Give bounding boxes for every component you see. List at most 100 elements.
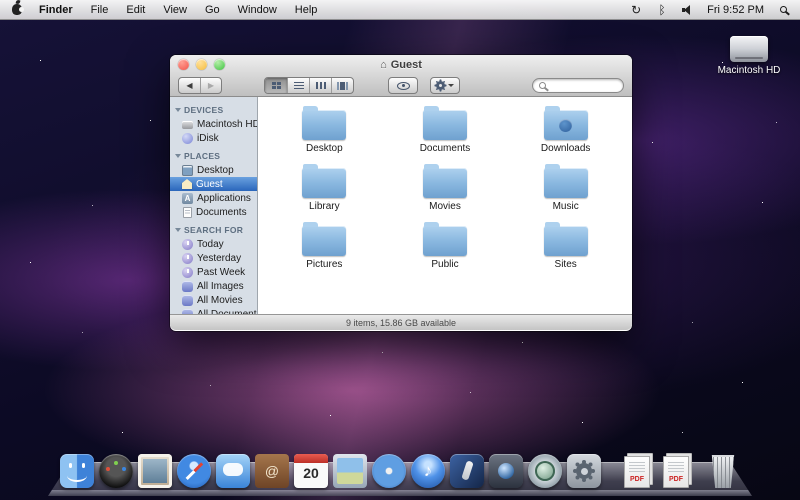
- menu-edit[interactable]: Edit: [117, 0, 154, 20]
- action-button[interactable]: [430, 77, 460, 94]
- quick-look-button[interactable]: [388, 77, 418, 94]
- coverflow-view-button[interactable]: [331, 78, 353, 93]
- sidebar-item-all-movies[interactable]: All Movies: [170, 293, 257, 307]
- sidebar-item-label: Macintosh HD: [197, 118, 258, 130]
- ical-icon: 20: [294, 454, 328, 488]
- pdf-document-icon: PDF: [663, 456, 689, 488]
- dock-safari[interactable]: [177, 454, 212, 489]
- sidebar: DEVICES Macintosh HD iDisk PLACES Deskto…: [170, 97, 258, 314]
- menu-finder[interactable]: Finder: [30, 0, 82, 20]
- sidebar-item-label: Today: [197, 238, 224, 250]
- folder-library[interactable]: Library: [264, 163, 385, 212]
- desktop-volume-macintosh-hd[interactable]: Macintosh HD: [706, 36, 792, 76]
- trash-icon: [711, 455, 735, 488]
- time-machine-icon: [528, 454, 562, 488]
- sidebar-item-macintosh-hd[interactable]: Macintosh HD: [170, 117, 257, 131]
- dock-mail[interactable]: [138, 454, 173, 489]
- folder-desktop[interactable]: Desktop: [264, 105, 385, 154]
- window-title-text: Guest: [390, 58, 422, 71]
- home-icon: [182, 179, 192, 189]
- bluetooth-menu-icon[interactable]: ᛒ: [655, 0, 669, 20]
- folder-icon: [422, 222, 467, 256]
- spotlight-icon[interactable]: [776, 0, 790, 20]
- finder-window: ⌂ Guest ◀ ▶ DEVICES Macintosh HD iDisk P…: [170, 55, 632, 331]
- dock-dvd-player[interactable]: [372, 454, 407, 489]
- sidebar-item-idisk[interactable]: iDisk: [170, 131, 257, 145]
- pdf-document-icon: PDF: [624, 456, 650, 488]
- document-icon: [183, 206, 192, 218]
- icon-view-button[interactable]: [265, 78, 287, 93]
- folder-sites[interactable]: Sites: [505, 221, 626, 270]
- zoom-button[interactable]: [214, 59, 225, 70]
- dock-dashboard[interactable]: [99, 454, 134, 489]
- window-header[interactable]: ⌂ Guest ◀ ▶: [170, 55, 632, 97]
- time-machine-menu-icon[interactable]: ↻: [629, 0, 643, 20]
- dock-pdf-stack-2[interactable]: PDF: [659, 454, 694, 489]
- ical-day-number: 20: [303, 465, 319, 481]
- folder-music[interactable]: Music: [505, 163, 626, 212]
- sidebar-item-label: Desktop: [197, 164, 234, 176]
- sidebar-item-label: Guest: [196, 178, 223, 190]
- search-input[interactable]: [549, 80, 609, 91]
- sidebar-section-search-for[interactable]: SEARCH FOR: [170, 219, 257, 237]
- folder-downloads[interactable]: Downloads: [505, 105, 626, 154]
- sidebar-item-documents[interactable]: Documents: [170, 205, 257, 219]
- folder-icon: [543, 222, 588, 256]
- close-button[interactable]: [178, 59, 189, 70]
- dock-system-preferences[interactable]: [567, 454, 602, 489]
- column-view-button[interactable]: [309, 78, 331, 93]
- dock-finder[interactable]: [60, 454, 95, 489]
- folder-public[interactable]: Public: [385, 221, 506, 270]
- disclosure-triangle-icon: [175, 108, 181, 112]
- menu-file[interactable]: File: [82, 0, 118, 20]
- sidebar-item-today[interactable]: Today: [170, 237, 257, 251]
- sidebar-item-guest[interactable]: Guest: [170, 177, 257, 191]
- sidebar-item-desktop[interactable]: Desktop: [170, 163, 257, 177]
- sidebar-item-all-documents[interactable]: All Documents: [170, 307, 257, 314]
- section-title: DEVICES: [184, 105, 224, 115]
- search-field[interactable]: [532, 78, 624, 93]
- list-view-button[interactable]: [287, 78, 309, 93]
- minimize-button[interactable]: [196, 59, 207, 70]
- finder-icon: [60, 454, 94, 488]
- dock-trash[interactable]: [706, 454, 741, 489]
- sidebar-item-past-week[interactable]: Past Week: [170, 265, 257, 279]
- sidebar-item-all-images[interactable]: All Images: [170, 279, 257, 293]
- dock-itunes[interactable]: [411, 454, 446, 489]
- forward-button[interactable]: ▶: [200, 78, 221, 93]
- photo-booth-icon: [489, 454, 523, 488]
- dock-preview[interactable]: [333, 454, 368, 489]
- folder-pictures[interactable]: Pictures: [264, 221, 385, 270]
- dock-pdf-stack-1[interactable]: PDF: [620, 454, 655, 489]
- sidebar-item-applications[interactable]: Applications: [170, 191, 257, 205]
- ichat-icon: [216, 454, 250, 488]
- sidebar-item-label: All Documents: [197, 308, 258, 315]
- folder-icon: [302, 222, 347, 256]
- apple-menu[interactable]: [6, 4, 30, 15]
- sidebar-item-label: Documents: [196, 206, 247, 218]
- menu-help[interactable]: Help: [286, 0, 327, 20]
- smart-folder-icon: [182, 294, 193, 306]
- folder-label: Pictures: [306, 259, 343, 270]
- volume-menu-icon[interactable]: [681, 0, 695, 20]
- folder-icon: [302, 164, 347, 198]
- menu-clock[interactable]: Fri 9:52 PM: [707, 4, 764, 16]
- dock-front-row[interactable]: [450, 454, 485, 489]
- dock-address-book[interactable]: [255, 454, 290, 489]
- menu-window[interactable]: Window: [229, 0, 286, 20]
- sidebar-item-yesterday[interactable]: Yesterday: [170, 251, 257, 265]
- dock-photo-booth[interactable]: [489, 454, 524, 489]
- dock-time-machine[interactable]: [528, 454, 563, 489]
- dock-ical[interactable]: 20: [294, 454, 329, 489]
- sidebar-section-places[interactable]: PLACES: [170, 145, 257, 163]
- sidebar-section-devices[interactable]: DEVICES: [170, 99, 257, 117]
- folder-label: Desktop: [305, 143, 343, 154]
- disclosure-triangle-icon: [175, 154, 181, 158]
- menu-go[interactable]: Go: [196, 0, 229, 20]
- dock-ichat[interactable]: [216, 454, 251, 489]
- folder-movies[interactable]: Movies: [385, 163, 506, 212]
- back-button[interactable]: ◀: [179, 78, 200, 93]
- menu-view[interactable]: View: [154, 0, 196, 20]
- dock-icons: 20 PDF PDF: [0, 454, 800, 489]
- folder-documents[interactable]: Documents: [385, 105, 506, 154]
